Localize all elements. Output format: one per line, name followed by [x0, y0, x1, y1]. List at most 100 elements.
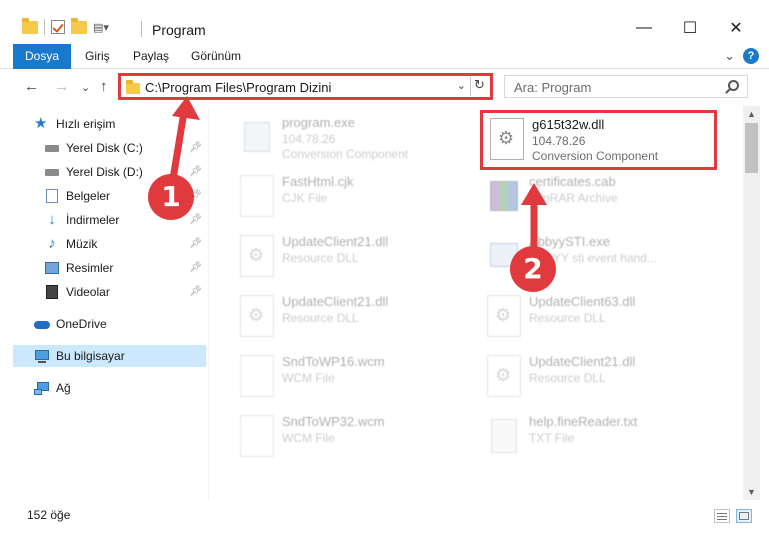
pin-icon[interactable]: 📌︎ [189, 166, 202, 177]
file-name: UpdateClient21.dll [282, 234, 389, 249]
status-bar: 152 öğe [0, 500, 769, 534]
file-name: help.fineReader.txt [529, 414, 638, 429]
sidebar-item-label: Ağ [56, 381, 71, 395]
videos-icon [44, 284, 60, 300]
exe-file-icon [240, 116, 274, 158]
maximize-button[interactable]: ☐ [667, 12, 713, 44]
file-name: SndToWP32.wcm [282, 414, 385, 429]
text-file-icon [487, 415, 521, 457]
address-path[interactable]: C:\Program Files\Program Dizini [145, 80, 331, 95]
forward-button[interactable]: → [54, 78, 69, 95]
address-bar[interactable]: C:\Program Files\Program Dizini ⌄ ↻ [118, 73, 493, 100]
tab-home[interactable]: Giriş [85, 44, 110, 69]
file-item[interactable]: UpdateClient21.dll Resource DLL [480, 350, 715, 404]
file-type: WCM File [282, 371, 335, 385]
file-type: Resource DLL [529, 311, 606, 325]
sidebar-item-label: Bu bilgisayar [56, 349, 125, 363]
tab-file[interactable]: Dosya [13, 44, 72, 69]
file-icon [240, 355, 274, 397]
ribbon: Dosya Giriş Paylaş Görünüm ⌄ ? [0, 44, 769, 69]
dll-file-icon [487, 355, 521, 397]
file-item[interactable]: SndToWP16.wcm WCM File [233, 350, 468, 404]
file-type: Resource DLL [282, 311, 359, 325]
pin-icon[interactable]: 📌︎ [189, 142, 202, 153]
vertical-scrollbar[interactable]: ▲ ▼ [743, 106, 760, 500]
star-icon: ★ [34, 115, 48, 132]
file-item[interactable]: UpdateClient63.dll Resource DLL [480, 290, 715, 344]
drive-icon [44, 164, 60, 180]
file-item[interactable]: certificates.cab WinRAR Archive [480, 170, 715, 224]
dll-file-icon [240, 295, 274, 337]
file-name: FastHtml.cjk [282, 174, 354, 189]
file-item[interactable]: UpdateClient21.dll Resource DLL [233, 230, 468, 284]
scroll-thumb[interactable] [745, 123, 758, 173]
sidebar-item-network[interactable]: Ağ [34, 377, 206, 399]
sidebar-item-label: Yerel Disk (C:) [66, 141, 143, 155]
folder-icon [126, 80, 140, 94]
pin-icon[interactable]: 📌︎ [189, 262, 202, 273]
recent-locations-button[interactable]: ⌄ [81, 81, 90, 94]
folder-icon [22, 17, 38, 34]
file-type: CJK File [282, 191, 328, 205]
back-button[interactable]: ← [24, 78, 39, 95]
search-placeholder: Ara: Program [514, 80, 592, 95]
file-item[interactable]: program.exe 104.78.26 Conversion Compone… [233, 111, 468, 165]
file-description: Conversion Component [532, 149, 659, 163]
title-bar: ▤▾ Program — ☐ ✕ [0, 0, 769, 44]
pin-icon[interactable]: 📌︎ [189, 214, 202, 225]
sidebar-item-local-disk-c[interactable]: Yerel Disk (C:) 📌︎ [44, 137, 206, 159]
file-icon [240, 175, 274, 217]
expand-ribbon-icon[interactable]: ⌄ [724, 48, 735, 64]
sidebar-item-music[interactable]: ♪ Müzik 📌︎ [44, 233, 206, 255]
file-type: Resource DLL [529, 371, 606, 385]
up-button[interactable]: ↑ [100, 78, 108, 95]
sidebar-item-pictures[interactable]: Resimler 📌︎ [44, 257, 206, 279]
sidebar-item-videos[interactable]: Videolar 📌︎ [44, 281, 206, 303]
file-type: WinRAR Archive [529, 191, 618, 205]
file-type: TXT File [529, 431, 575, 445]
dll-file-icon [490, 118, 524, 160]
file-item[interactable]: help.fineReader.txt TXT File [480, 410, 715, 464]
pictures-icon [44, 260, 60, 276]
file-item[interactable]: UpdateClient21.dll Resource DLL [233, 290, 468, 344]
sidebar-item-label: Hızlı erişim [56, 117, 116, 131]
item-count: 152 öğe [27, 508, 71, 522]
documents-icon [44, 188, 60, 204]
sidebar-item-this-pc[interactable]: Bu bilgisayar [13, 345, 206, 367]
close-button[interactable]: ✕ [713, 12, 759, 44]
scroll-up-icon[interactable]: ▲ [747, 109, 756, 119]
customize-toolbar-icon[interactable]: ▤▾ [93, 21, 109, 34]
minimize-button[interactable]: — [621, 12, 667, 44]
address-dropdown-icon[interactable]: ⌄ [457, 79, 466, 92]
tab-view[interactable]: Görünüm [191, 44, 241, 69]
scroll-down-icon[interactable]: ▼ [747, 487, 756, 497]
help-icon[interactable]: ? [743, 48, 759, 64]
search-icon[interactable] [728, 80, 739, 91]
new-folder-icon[interactable] [71, 17, 87, 34]
refresh-button[interactable]: ↻ [470, 77, 488, 96]
details-view-icon[interactable] [714, 509, 730, 523]
sidebar-item-label: Müzik [66, 237, 98, 251]
file-item-highlighted[interactable]: g615t32w.dll 104.78.26 Conversion Compon… [480, 110, 717, 170]
sidebar-item-label: OneDrive [56, 317, 107, 331]
sidebar-item-quick-access[interactable]: ★ Hızlı erişim [34, 113, 206, 135]
window-title: Program [152, 22, 206, 38]
file-name: UpdateClient21.dll [282, 294, 389, 309]
tab-share[interactable]: Paylaş [133, 44, 169, 69]
drive-icon [44, 140, 60, 156]
large-icons-view-icon[interactable] [736, 509, 752, 523]
sidebar-item-label: Yerel Disk (D:) [66, 165, 143, 179]
file-name: SndToWP16.wcm [282, 354, 385, 369]
file-name: UpdateClient21.dll [529, 354, 636, 369]
properties-icon[interactable] [51, 20, 65, 34]
pin-icon[interactable]: 📌︎ [189, 238, 202, 249]
sidebar-item-onedrive[interactable]: OneDrive [34, 313, 206, 335]
file-item[interactable]: SndToWP32.wcm WCM File [233, 410, 468, 464]
file-item[interactable]: FastHtml.cjk CJK File [233, 170, 468, 224]
quick-access-toolbar: ▤▾ [22, 17, 109, 35]
pin-icon[interactable]: 📌︎ [189, 286, 202, 297]
search-input[interactable]: Ara: Program [504, 75, 748, 98]
step-marker-2: 2 [510, 246, 556, 292]
file-description: Conversion Component [282, 147, 409, 161]
download-icon: ↓ [48, 211, 56, 228]
